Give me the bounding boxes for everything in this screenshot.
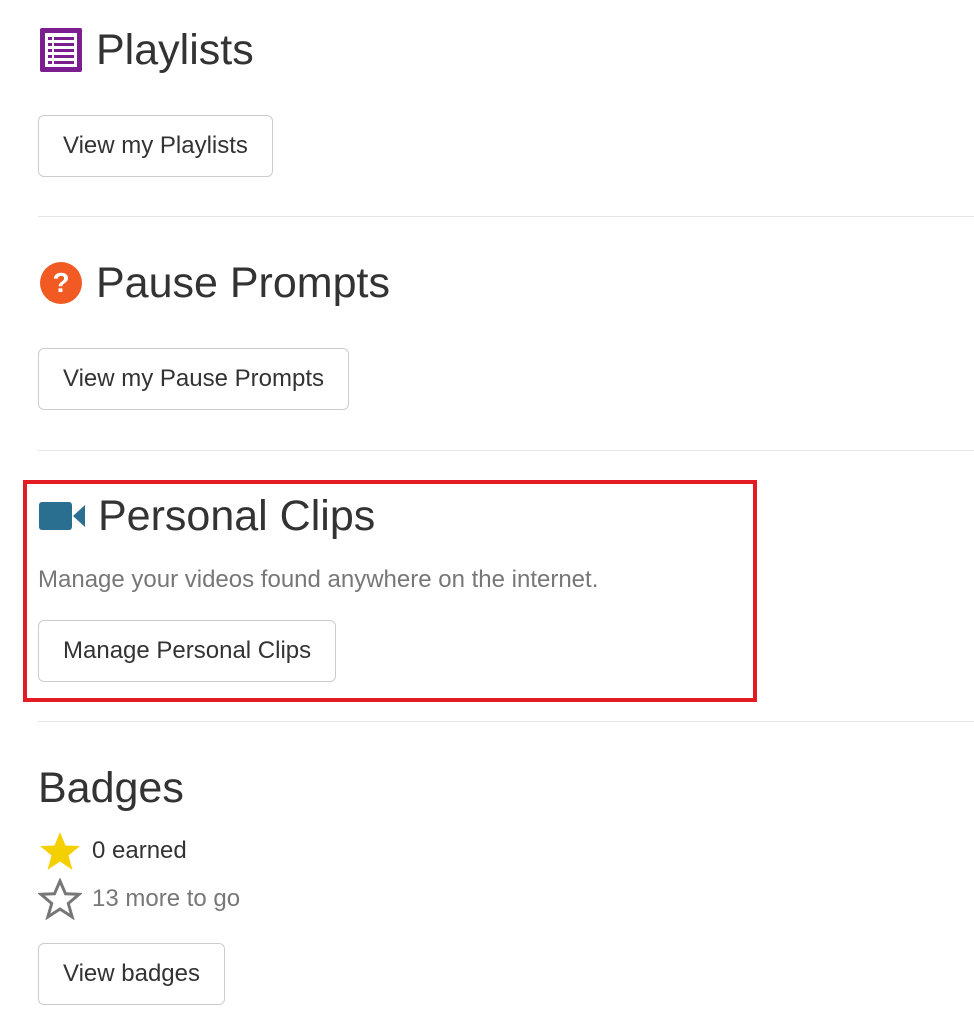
star-filled-icon [40,832,80,870]
view-badges-button[interactable]: View badges [38,943,225,1005]
divider [38,450,974,451]
playlists-title: Playlists [96,25,254,74]
badges-section: Badges 0 earned 13 more to go View badge… [38,758,974,1005]
personal-clips-header: Personal Clips [38,486,974,546]
personal-clips-description: Manage your videos found anywhere on the… [38,566,599,593]
list-icon [38,26,84,74]
badges-header: Badges [38,758,974,818]
pause-prompts-header: ? Pause Prompts [38,253,974,313]
badges-title: Badges [38,763,184,812]
playlists-section: Playlists View my Playlists [38,20,974,177]
view-playlists-button[interactable]: View my Playlists [38,115,273,177]
pause-prompts-section: ? Pause Prompts View my Pause Prompts [38,253,974,410]
divider [38,216,974,217]
pause-prompts-title: Pause Prompts [96,258,390,307]
view-pause-prompts-button[interactable]: View my Pause Prompts [38,348,349,410]
badges-remaining-text: 13 more to go [92,885,241,912]
playlists-header: Playlists [38,20,974,80]
video-camera-icon [38,499,86,533]
personal-clips-section: Personal Clips Manage your videos found … [38,486,974,682]
question-circle-icon: ? [38,260,84,306]
divider [38,721,974,722]
svg-text:?: ? [52,267,69,298]
badges-earned: 0 earned [38,830,187,872]
star-outline-icon [38,878,82,920]
personal-clips-title: Personal Clips [98,491,376,540]
badges-earned-text: 0 earned [92,837,187,864]
manage-personal-clips-button[interactable]: Manage Personal Clips [38,620,337,682]
badges-remaining: 13 more to go [38,878,240,920]
